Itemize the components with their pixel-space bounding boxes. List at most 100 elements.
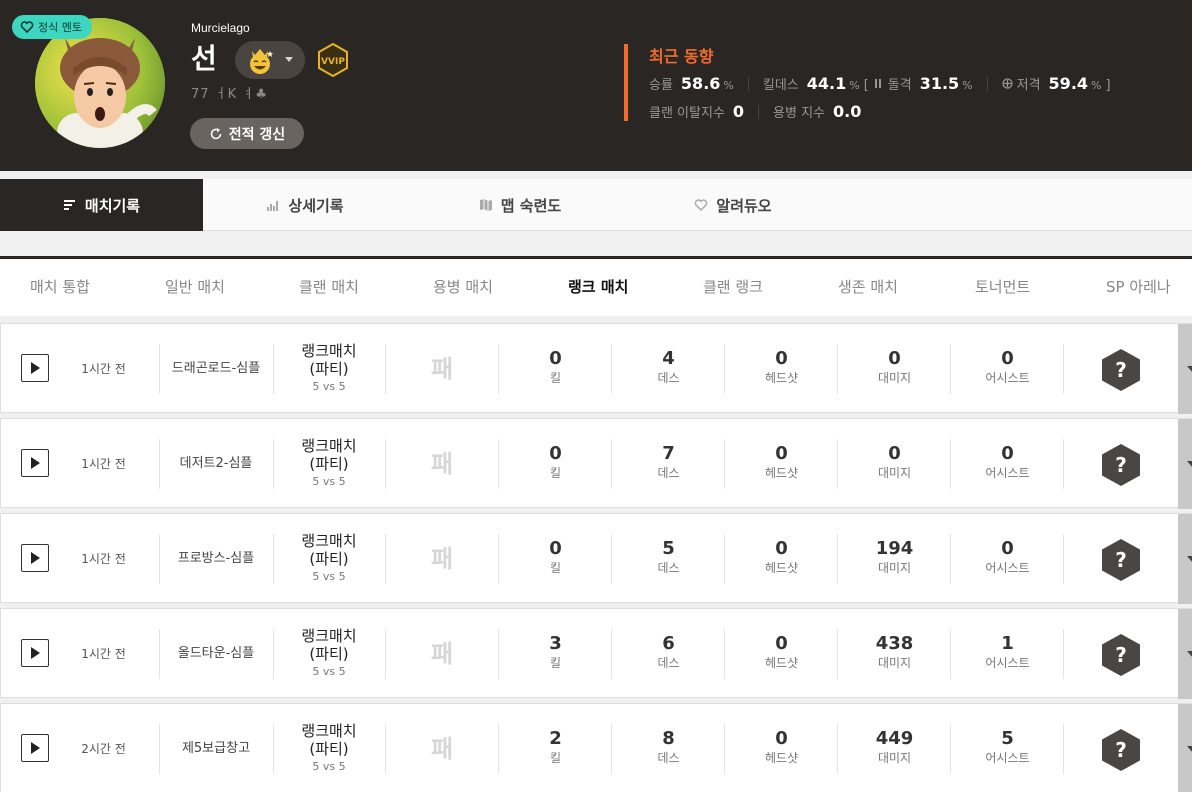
team-size: 5 vs 5 [312, 665, 346, 678]
replay-play-button[interactable] [21, 449, 49, 477]
match-row[interactable]: 1시간 전 데저트2-심플 랭크매치 (파티) 5 vs 5 패 0 킬 7 데스 0 헤드샷 0 대미지… [0, 418, 1192, 509]
stat-label: 헤드샷 [764, 371, 799, 385]
match-row[interactable]: 1시간 전 프로방스-심플 랭크매치 (파티) 5 vs 5 패 0 킬 5 데스 0 헤드샷 194 대… [0, 513, 1192, 604]
subtab-clan-rank[interactable]: 클랜 랭크 [703, 259, 763, 316]
match-row[interactable]: 1시간 전 올드타운-심플 랭크매치 (파티) 5 vs 5 패 3 킬 6 데스 0 헤드샷 438 대… [0, 608, 1192, 699]
match-mode: 랭크매치 (파티) 5 vs 5 [273, 627, 385, 680]
stat-headshot: 0 헤드샷 [725, 634, 838, 672]
subtab-clan[interactable]: 클랜 매치 [299, 259, 359, 316]
kd-value: 44.1 [806, 74, 847, 93]
chevron-down-icon [1187, 556, 1192, 563]
subtab-all[interactable]: 매치 통합 [30, 259, 90, 316]
mode-name: 랭크매치 [301, 627, 357, 645]
stat-value: 0 [775, 538, 788, 559]
subtab-normal[interactable]: 일반 매치 [165, 259, 225, 316]
rank-unknown-label: ? [1115, 453, 1127, 477]
stat-label: 어시스트 [985, 656, 1030, 670]
play-icon [31, 647, 40, 659]
stat-label: 어시스트 [985, 466, 1030, 480]
nickname: 선 [191, 42, 217, 75]
stat-value: 0 [888, 443, 901, 464]
subtab-sp-arena[interactable]: SP 아레나 [1106, 259, 1171, 316]
match-map: 데저트2-심플 [179, 456, 253, 471]
match-row[interactable]: 1시간 전 드래곤로드-심플 랭크매치 (파티) 5 vs 5 패 0 킬 4 데스 0 헤드샷 0 대미… [0, 323, 1192, 414]
tab-match-record[interactable]: 매치기록 [0, 179, 203, 231]
stat-assist: 0 어시스트 [951, 444, 1064, 482]
stat-label: 어시스트 [985, 751, 1030, 765]
merc-label: 용병 지수 [773, 106, 826, 121]
stat-value: 1 [1001, 633, 1014, 654]
stat-damage: 0 대미지 [838, 349, 951, 387]
mode-sub: (파티) [309, 645, 349, 663]
subtab-tournament[interactable]: 토너먼트 [975, 259, 1030, 316]
rank-unknown-label: ? [1115, 643, 1127, 667]
expand-button[interactable] [1178, 514, 1192, 604]
chevron-down-icon [1187, 746, 1192, 753]
stat-label: 대미지 [877, 371, 912, 385]
match-time: 1시간 전 [81, 552, 126, 566]
match-mode: 랭크매치 (파티) 5 vs 5 [273, 342, 385, 395]
rank-unknown-label: ? [1115, 548, 1127, 572]
stat-assist: 5 어시스트 [951, 729, 1064, 767]
replay-play-button[interactable] [21, 544, 49, 572]
stat-value: 0 [1001, 443, 1014, 464]
subtab-mercenary[interactable]: 용병 매치 [433, 259, 493, 316]
stat-damage: 194 대미지 [838, 539, 951, 577]
recent-trend-title: 최근 동향 [649, 47, 714, 66]
stat-value: 0 [549, 443, 562, 464]
stat-label: 헤드샷 [764, 466, 799, 480]
tab-duo[interactable]: 알려듀오 [668, 179, 798, 231]
play-icon [31, 742, 40, 754]
unknown-rank-icon: ? [1102, 349, 1140, 391]
unknown-rank-icon: ? [1102, 634, 1140, 676]
expand-button[interactable] [1178, 609, 1192, 699]
unknown-rank-icon: ? [1102, 539, 1140, 581]
recent-stats-row-2: 클랜 이탈지수 0 용병 지수 0.0 [649, 102, 861, 121]
match-mode: 랭크매치 (파티) 5 vs 5 [273, 722, 385, 775]
stat-value: 6 [662, 633, 675, 654]
map-icon [479, 199, 492, 211]
rank-unknown-label: ? [1115, 358, 1127, 382]
percent-sign: % [1091, 79, 1102, 92]
match-map: 프로방스-심플 [177, 551, 255, 566]
tab-map-mastery[interactable]: 맵 숙련도 [455, 179, 585, 231]
stat-value: 0 [775, 728, 788, 749]
stat-death: 7 데스 [612, 444, 725, 482]
replay-play-button[interactable] [21, 734, 49, 762]
stat-label: 헤드샷 [764, 561, 799, 575]
stat-value: 0 [1001, 538, 1014, 559]
emblem-selector[interactable] [235, 41, 305, 79]
stat-value: 0 [888, 348, 901, 369]
tab-label: 알려듀오 [716, 196, 772, 215]
match-result: 패 [430, 450, 454, 478]
match-time: 1시간 전 [81, 647, 126, 661]
expand-button[interactable] [1178, 419, 1192, 509]
list-icon [63, 200, 75, 210]
replay-play-button[interactable] [21, 354, 49, 382]
stat-value: 449 [875, 728, 914, 749]
stat-value: 2 [549, 728, 562, 749]
mode-name: 랭크매치 [301, 342, 357, 360]
stat-label: 대미지 [877, 656, 912, 670]
stat-headshot: 0 헤드샷 [725, 729, 838, 767]
match-result: 패 [430, 735, 454, 763]
stat-label: 데스 [657, 751, 680, 765]
stat-death: 4 데스 [612, 349, 725, 387]
match-row[interactable]: 2시간 전 제5보급창고 랭크매치 (파티) 5 vs 5 패 2 킬 8 데스 0 헤드샷 449 대미… [0, 703, 1192, 792]
refresh-record-button[interactable]: 전적 갱신 [190, 118, 304, 149]
subtab-survival[interactable]: 생존 매치 [838, 259, 898, 316]
stat-label: 어시스트 [985, 371, 1030, 385]
team-size: 5 vs 5 [312, 570, 346, 583]
stat-damage: 449 대미지 [838, 729, 951, 767]
stat-damage: 0 대미지 [838, 444, 951, 482]
percent-sign: % [723, 79, 734, 92]
tab-detail-record[interactable]: 상세기록 [240, 179, 370, 231]
sniper-label: 저격 [1016, 78, 1041, 93]
match-time: 1시간 전 [81, 362, 126, 376]
expand-button[interactable] [1178, 704, 1192, 792]
replay-play-button[interactable] [21, 639, 49, 667]
expand-button[interactable] [1178, 324, 1192, 414]
team-size: 5 vs 5 [312, 760, 346, 773]
subtab-rank[interactable]: 랭크 매치 [568, 259, 628, 316]
mode-sub: (파티) [309, 360, 349, 378]
